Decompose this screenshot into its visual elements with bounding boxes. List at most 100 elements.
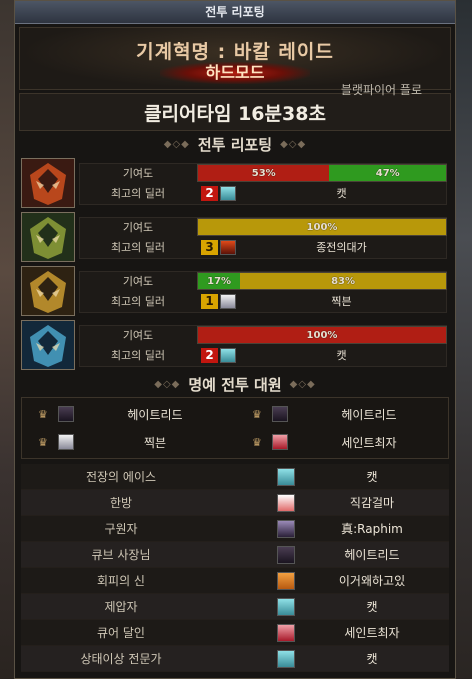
best-dealer-label: 최고의 딜러 [110,241,166,254]
ornament-right-icon: ◆◇◆ [289,378,316,390]
difficulty-label: 하드모드 [205,63,265,82]
award-row: 상태이상 전문가 캣 [21,646,449,672]
award-winner-name: 캣 [366,600,378,614]
best-dealer-info: 3 종전의대가 [197,238,447,256]
party-row: 기여도 100% 최고의 딜러 2 캣 [19,319,451,371]
award-title: 큐브 사장님 [91,548,151,562]
award-title: 전장의 에이스 [85,470,157,484]
chat-overlay-text: 블랫파이어 플로 [340,83,422,97]
clear-time: 클리어타임 16분38초 [19,93,451,131]
award-row: 전장의 에이스 캣 [21,464,449,490]
red-mech-helm-icon [21,158,75,208]
award-title: 구원자 [104,522,138,536]
contribution-segment: 53% [198,165,330,181]
honor-member-name: 세인트최자 [341,435,397,450]
contribution-percent: 83% [331,275,356,287]
orange-mask-avatar [277,571,295,590]
award-title: 회피의 신 [97,574,145,588]
award-winner-name: 직감걸마 [349,496,395,510]
silver-hair-avatar [220,293,236,309]
best-dealer-row: 최고의 딜러 1 찍븐 [79,291,447,311]
contribution-bar: 100% [197,326,447,344]
contribution-percent: 47% [375,167,400,179]
award-title: 제압자 [104,600,138,614]
award-winner-name: 캣 [366,652,378,666]
rank-badge: 3 [201,239,218,255]
award-row: 회피의 신 이거왜하고있 [21,568,449,594]
honor-member-name: 헤이트리드 [127,407,183,422]
crown-icon: ♛ [38,407,48,421]
crown-icon: ♛ [38,435,48,449]
dark-armor-avatar [277,545,295,564]
contribution-row: 기여도 100% [79,217,447,237]
award-winner-name: 真:Raphim [341,522,403,536]
green-mech-helm-icon [21,212,75,262]
gold-mech-helm-icon [21,266,75,316]
contribution-label: 기여도 [122,221,154,234]
best-dealer-label: 최고의 딜러 [110,187,166,200]
teal-hair-avatar [220,185,236,201]
raid-header: 기계혁명 : 바칼 레이드 하드모드 블랫파이어 플로 [19,27,451,97]
contribution-percent: 17% [207,275,232,287]
silver-hair-avatar [58,434,74,450]
party-row: 기여도 100% 최고의 딜러 3 종전의대가 [19,211,451,263]
best-dealer-info: 2캣 [197,184,447,202]
difficulty-badge: 하드모드 [160,62,310,84]
contribution-bar: 100% [197,218,447,236]
honor-members: ♛ 헤이트리드 ♛ 헤이트리드 ♛ 찍븐 ♛ 세인트최자 [21,397,449,459]
honor-section-label: 명예 전투 대원 [188,375,282,394]
blue-mech-helm-icon [21,320,75,370]
crown-icon: ♛ [252,435,262,449]
contribution-segment: 47% [329,165,446,181]
award-row: 제압자 캣 [21,594,449,620]
contribution-segment: 100% [198,219,446,235]
best-dealer-name: 찍븐 [331,295,352,308]
teal-hair-avatar [277,649,295,668]
honor-member: ♛ 헤이트리드 [238,401,450,427]
teal-hair-avatar [277,597,295,616]
best-dealer-row: 최고의 딜러 3 종전의대가 [79,237,447,257]
award-row: 큐어 달인 세인트최자 [21,620,449,646]
raid-name: 기계혁명 : 바칼 레이드 [136,41,334,63]
award-row: 큐브 사장님 헤이트리드 [21,542,449,568]
rank-badge: 1 [201,293,218,309]
contribution-row: 기여도 17% 83% [79,271,447,291]
best-dealer-name: 캣 [336,187,347,200]
best-dealer-name: 캣 [336,349,347,362]
contribution-label: 기여도 [122,275,154,288]
contribution-segment: 83% [240,273,446,289]
report-section-title: ◆◇◆ 전투 리포팅 ◆◇◆ [19,133,451,155]
contribution-bar: 53% 47% [197,164,447,182]
contribution-percent: 53% [251,167,276,179]
teal-hair-avatar [220,347,236,363]
party-list: 기여도 53% 47% 최고의 딜러 2 캣 기여도 100% 최고의 딜러 3 종전의대가 기여도 1… [15,157,455,371]
contribution-row: 기여도 53% 47% [79,163,447,183]
battle-report-window: 전투 리포팅 기계혁명 : 바칼 레이드 하드모드 블랫파이어 플로 클리어타임… [14,0,456,679]
party-row: 기여도 53% 47% 최고의 딜러 2 캣 [19,157,451,209]
rank-badge: 2 [201,347,218,363]
window-title[interactable]: 전투 리포팅 [15,1,455,24]
best-dealer-row: 최고의 딜러 2 캣 [79,345,447,365]
best-dealer-row: 최고의 딜러 2 캣 [79,183,447,203]
ornament-left-icon: ◆◇◆ [154,378,181,390]
award-winner-name: 헤이트리드 [344,548,400,562]
award-row: 한방 직감걸마 [21,490,449,516]
dark-armor-avatar [272,406,288,422]
contribution-bar: 17% 83% [197,272,447,290]
best-dealer-label: 최고의 딜러 [110,295,166,308]
honor-member-name: 헤이트리드 [341,407,397,422]
red-pink-avatar [277,623,295,642]
award-title: 큐어 달인 [97,626,145,640]
award-title: 상태이상 전문가 [80,652,162,666]
ornament-right-icon: ◆◇◆ [280,138,307,150]
teal-hair-avatar [277,467,295,486]
report-section-label: 전투 리포팅 [197,135,273,154]
honor-member: ♛ 세인트최자 [238,429,450,455]
honor-member: ♛ 찍븐 [24,429,236,455]
rank-badge: 2 [201,185,218,201]
ornament-left-icon: ◆◇◆ [163,138,190,150]
honor-member-name: 찍븐 [143,435,167,450]
party-row: 기여도 17% 83% 최고의 딜러 1 찍븐 [19,265,451,317]
best-dealer-label: 최고의 딜러 [110,349,166,362]
honor-member: ♛ 헤이트리드 [24,401,236,427]
